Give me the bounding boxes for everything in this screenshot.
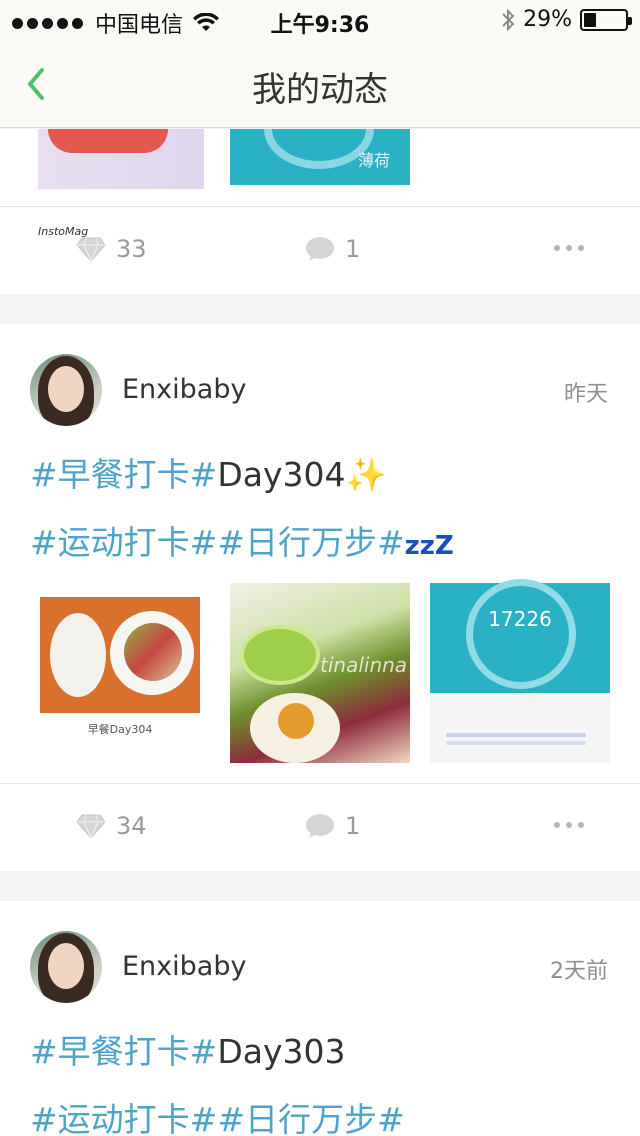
comment-icon bbox=[306, 814, 334, 838]
hashtag[interactable]: #日行万步# bbox=[217, 523, 404, 562]
post-actions: 33 1 bbox=[0, 206, 640, 294]
nav-bar: 我的动态 bbox=[0, 40, 640, 128]
post-actions: 34 1 bbox=[0, 783, 640, 871]
zzz-emoji: zzZ bbox=[404, 531, 454, 561]
post-image[interactable]: 薄荷 bbox=[230, 129, 410, 185]
post-text-line2: #运动打卡##日行万步#zzZ bbox=[30, 516, 454, 564]
comment-button[interactable]: 1 bbox=[305, 812, 360, 840]
avatar[interactable] bbox=[30, 354, 102, 426]
post-image[interactable] bbox=[38, 129, 204, 189]
post-card: Enxibaby 2天前 #早餐打卡#Day303 #运动打卡##日行万步# bbox=[0, 901, 640, 1136]
post-text: Day303 bbox=[217, 1032, 346, 1071]
page-title: 我的动态 bbox=[252, 70, 388, 110]
post-text-line2: #运动打卡##日行万步# bbox=[30, 1093, 405, 1136]
battery-percent: 29% bbox=[523, 7, 572, 32]
hashtag[interactable]: #早餐打卡# bbox=[30, 455, 217, 494]
more-icon bbox=[554, 245, 584, 251]
more-button[interactable] bbox=[554, 245, 584, 251]
post-image[interactable]: 早餐Day304 bbox=[30, 583, 210, 763]
post-time: 昨天 bbox=[563, 382, 608, 407]
comment-icon bbox=[306, 237, 334, 261]
hashtag[interactable]: #运动打卡# bbox=[30, 523, 217, 562]
username[interactable]: Enxibaby bbox=[122, 951, 246, 982]
mint-label: 薄荷 bbox=[357, 151, 390, 170]
avatar[interactable] bbox=[30, 931, 102, 1003]
post-text-line1: #早餐打卡#Day303 bbox=[30, 1025, 345, 1073]
username[interactable]: Enxibaby bbox=[122, 374, 246, 405]
gem-icon bbox=[76, 814, 106, 839]
hashtag[interactable]: #日行万步# bbox=[217, 1100, 404, 1136]
sparkles-emoji: ✨ bbox=[345, 455, 387, 494]
hashtag[interactable]: #早餐打卡# bbox=[30, 1032, 217, 1071]
comment-count: 1 bbox=[345, 235, 361, 263]
watermark-label: tinalinna bbox=[320, 653, 408, 677]
comment-count: 1 bbox=[345, 812, 361, 840]
post-card: InstoMag 薄荷 33 1 bbox=[0, 129, 640, 294]
post-card: Enxibaby 昨天 #早餐打卡#Day304✨ #运动打卡##日行万步#zz… bbox=[0, 324, 640, 871]
post-text: Day304 bbox=[217, 455, 346, 494]
more-icon bbox=[554, 822, 584, 828]
post-image[interactable]: 17226 bbox=[430, 579, 610, 763]
gem-icon bbox=[76, 237, 106, 262]
breakfast-caption: 早餐Day304 bbox=[87, 723, 153, 736]
post-time: 2天前 bbox=[550, 959, 608, 984]
step-count: 17226 bbox=[488, 607, 552, 631]
gem-button[interactable]: 33 bbox=[76, 235, 147, 263]
bluetooth-icon bbox=[502, 8, 515, 31]
gem-button[interactable]: 34 bbox=[76, 812, 147, 840]
feed[interactable]: InstoMag 薄荷 33 1 Enxibaby 昨天 #早餐打卡#Day30… bbox=[0, 129, 640, 1136]
gem-count: 33 bbox=[116, 235, 147, 263]
post-text-line1: #早餐打卡#Day304✨ bbox=[30, 448, 387, 496]
more-button[interactable] bbox=[554, 822, 584, 828]
status-bar: 中国电信 上午9:36 29% bbox=[0, 0, 640, 40]
hashtag[interactable]: #运动打卡# bbox=[30, 1100, 217, 1136]
battery-icon bbox=[580, 8, 632, 31]
gem-count: 34 bbox=[116, 812, 147, 840]
post-image[interactable]: tinalinna bbox=[230, 583, 410, 763]
comment-button[interactable]: 1 bbox=[305, 235, 360, 263]
